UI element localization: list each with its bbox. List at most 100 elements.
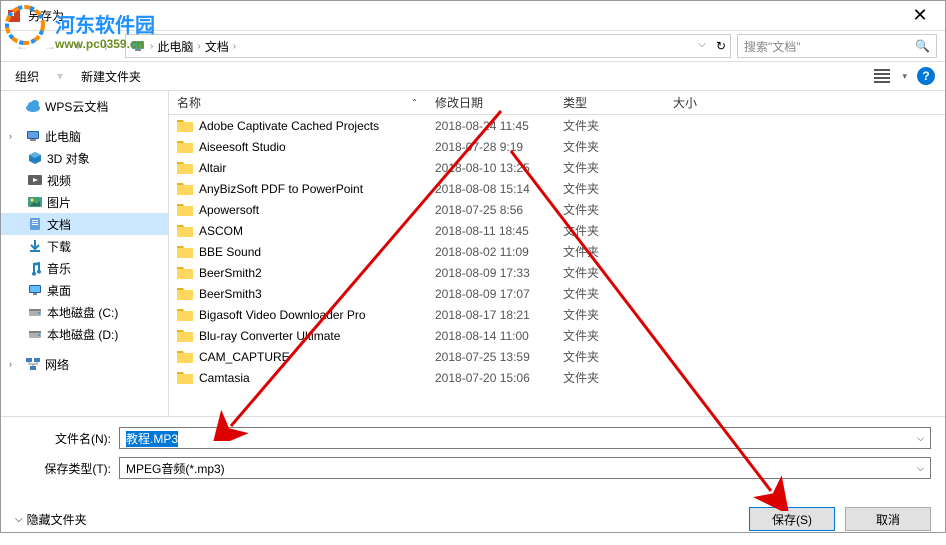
folder-icon: [177, 245, 193, 258]
file-name: BeerSmith3: [199, 287, 262, 301]
file-row[interactable]: Altair2018-08-10 13:25文件夹: [169, 157, 945, 178]
sidebar-item-network[interactable]: › 网络: [1, 353, 168, 375]
video-icon: [27, 172, 43, 188]
cloud-icon: [25, 98, 41, 114]
sidebar-item-label: 此电脑: [45, 128, 81, 145]
breadcrumb-dropdown-icon[interactable]: ⌵: [698, 39, 706, 53]
pc-icon: [25, 128, 41, 144]
file-name: Camtasia: [199, 371, 250, 385]
organize-menu[interactable]: 组织: [11, 65, 43, 88]
3d-icon: [27, 150, 43, 166]
file-date: 2018-08-11 18:45: [427, 224, 555, 238]
navigation-bar: ← → ▾ ↑ › 此电脑 › 文档 › ⌵ ↻ 搜索"文档" 🔍: [1, 31, 945, 61]
nav-history-dropdown[interactable]: ▾: [65, 34, 91, 58]
folder-icon: [177, 119, 193, 132]
breadcrumb[interactable]: › 此电脑 › 文档 › ⌵ ↻: [125, 34, 731, 58]
close-button[interactable]: ✕: [900, 2, 940, 30]
file-row[interactable]: Camtasia2018-07-20 15:06文件夹: [169, 367, 945, 388]
help-button[interactable]: ?: [917, 67, 935, 85]
file-row[interactable]: Blu-ray Converter Ultimate2018-08-14 11:…: [169, 325, 945, 346]
column-date[interactable]: 修改日期: [427, 94, 555, 111]
file-date: 2018-08-17 18:21: [427, 308, 555, 322]
search-icon[interactable]: 🔍: [915, 39, 930, 53]
nav-up-button[interactable]: ↑: [93, 34, 119, 58]
sidebar-item-3d[interactable]: 3D 对象: [1, 147, 168, 169]
chevron-right-icon: ›: [150, 41, 153, 52]
file-row[interactable]: Aiseesoft Studio2018-07-28 9:19文件夹: [169, 136, 945, 157]
file-date: 2018-08-08 15:14: [427, 182, 555, 196]
file-date: 2018-07-28 9:19: [427, 140, 555, 154]
sidebar-item-pc[interactable]: › 此电脑: [1, 125, 168, 147]
file-name: AnyBizSoft PDF to PowerPoint: [199, 182, 363, 196]
file-row[interactable]: BBE Sound2018-08-02 11:09文件夹: [169, 241, 945, 262]
file-row[interactable]: Bigasoft Video Downloader Pro2018-08-17 …: [169, 304, 945, 325]
nav-back-button[interactable]: ←: [9, 34, 35, 58]
sidebar-item-disk[interactable]: 本地磁盘 (D:): [1, 323, 168, 345]
save-form: 文件名(N): 教程.MP3 ⌵ 保存类型(T): MPEG音频(*.mp3) …: [1, 416, 945, 497]
pc-icon: [130, 38, 146, 54]
file-name: CAM_CAPTURE: [199, 350, 290, 364]
folder-icon: [177, 371, 193, 384]
toolbar: 组织 ▾ 新建文件夹 ▾ ?: [1, 61, 945, 91]
column-type[interactable]: 类型: [555, 94, 665, 111]
file-row[interactable]: Adobe Captivate Cached Projects2018-08-2…: [169, 115, 945, 136]
expand-icon[interactable]: ›: [9, 131, 21, 141]
refresh-icon[interactable]: ↻: [716, 39, 726, 53]
file-type: 文件夹: [555, 285, 665, 302]
sidebar-item-label: 文档: [47, 216, 71, 233]
file-name: Aiseesoft Studio: [199, 140, 286, 154]
sidebar-item-disk[interactable]: 本地磁盘 (C:): [1, 301, 168, 323]
filetype-select[interactable]: MPEG音频(*.mp3) ⌵: [119, 457, 931, 479]
sidebar-item-label: 视频: [47, 172, 71, 189]
sidebar-item-download[interactable]: 下载: [1, 235, 168, 257]
sidebar-item-label: 下载: [47, 238, 71, 255]
new-folder-button[interactable]: 新建文件夹: [77, 65, 145, 88]
breadcrumb-item[interactable]: 文档: [205, 38, 229, 55]
sidebar-item-music[interactable]: 音乐: [1, 257, 168, 279]
folder-icon: [177, 329, 193, 342]
hide-folders-toggle[interactable]: ⌵ 隐藏文件夹: [15, 511, 87, 528]
dialog-footer: ⌵ 隐藏文件夹 保存(S) 取消: [1, 497, 945, 545]
sidebar-item-image[interactable]: 图片: [1, 191, 168, 213]
file-row[interactable]: BeerSmith22018-08-09 17:33文件夹: [169, 262, 945, 283]
sidebar-item-document[interactable]: 文档: [1, 213, 168, 235]
chevron-right-icon: ›: [197, 41, 200, 52]
window-title: 另存为: [28, 7, 900, 24]
file-row[interactable]: Apowersoft2018-07-25 8:56文件夹: [169, 199, 945, 220]
file-type: 文件夹: [555, 369, 665, 386]
dropdown-icon[interactable]: ⌵: [917, 463, 924, 474]
sidebar-item-video[interactable]: 视频: [1, 169, 168, 191]
column-size[interactable]: 大小: [665, 94, 755, 111]
sidebar-item-label: 本地磁盘 (C:): [47, 304, 118, 321]
sidebar-item-cloud[interactable]: WPS云文档: [1, 95, 168, 117]
view-dropdown-icon[interactable]: ▾: [902, 71, 907, 82]
file-row[interactable]: AnyBizSoft PDF to PowerPoint 2018-08-08 1…: [169, 178, 945, 199]
file-date: 2018-07-25 13:59: [427, 350, 555, 364]
folder-icon: [177, 140, 193, 153]
nav-forward-button[interactable]: →: [37, 34, 63, 58]
search-placeholder: 搜索"文档": [744, 38, 915, 55]
breadcrumb-item[interactable]: 此电脑: [157, 38, 193, 55]
search-input[interactable]: 搜索"文档" 🔍: [737, 34, 937, 58]
file-list: Adobe Captivate Cached Projects2018-08-2…: [169, 115, 945, 416]
file-type: 文件夹: [555, 306, 665, 323]
filename-input[interactable]: 教程.MP3 ⌵: [119, 427, 931, 449]
disk-icon: [27, 326, 43, 342]
file-date: 2018-08-24 11:45: [427, 119, 555, 133]
save-button[interactable]: 保存(S): [749, 507, 835, 531]
sidebar-item-label: 网络: [45, 356, 69, 373]
dropdown-icon[interactable]: ⌵: [917, 433, 924, 444]
folder-icon: [177, 224, 193, 237]
file-row[interactable]: ASCOM2018-08-11 18:45文件夹: [169, 220, 945, 241]
download-icon: [27, 238, 43, 254]
view-mode-button[interactable]: [872, 66, 892, 86]
file-type: 文件夹: [555, 222, 665, 239]
file-type: 文件夹: [555, 159, 665, 176]
file-row[interactable]: CAM_CAPTURE2018-07-25 13:59文件夹: [169, 346, 945, 367]
expand-icon[interactable]: ›: [9, 359, 21, 369]
cancel-button[interactable]: 取消: [845, 507, 931, 531]
file-row[interactable]: BeerSmith32018-08-09 17:07文件夹: [169, 283, 945, 304]
column-name[interactable]: 名称 ⌃: [169, 94, 427, 111]
disk-icon: [27, 304, 43, 320]
sidebar-item-desktop[interactable]: 桌面: [1, 279, 168, 301]
